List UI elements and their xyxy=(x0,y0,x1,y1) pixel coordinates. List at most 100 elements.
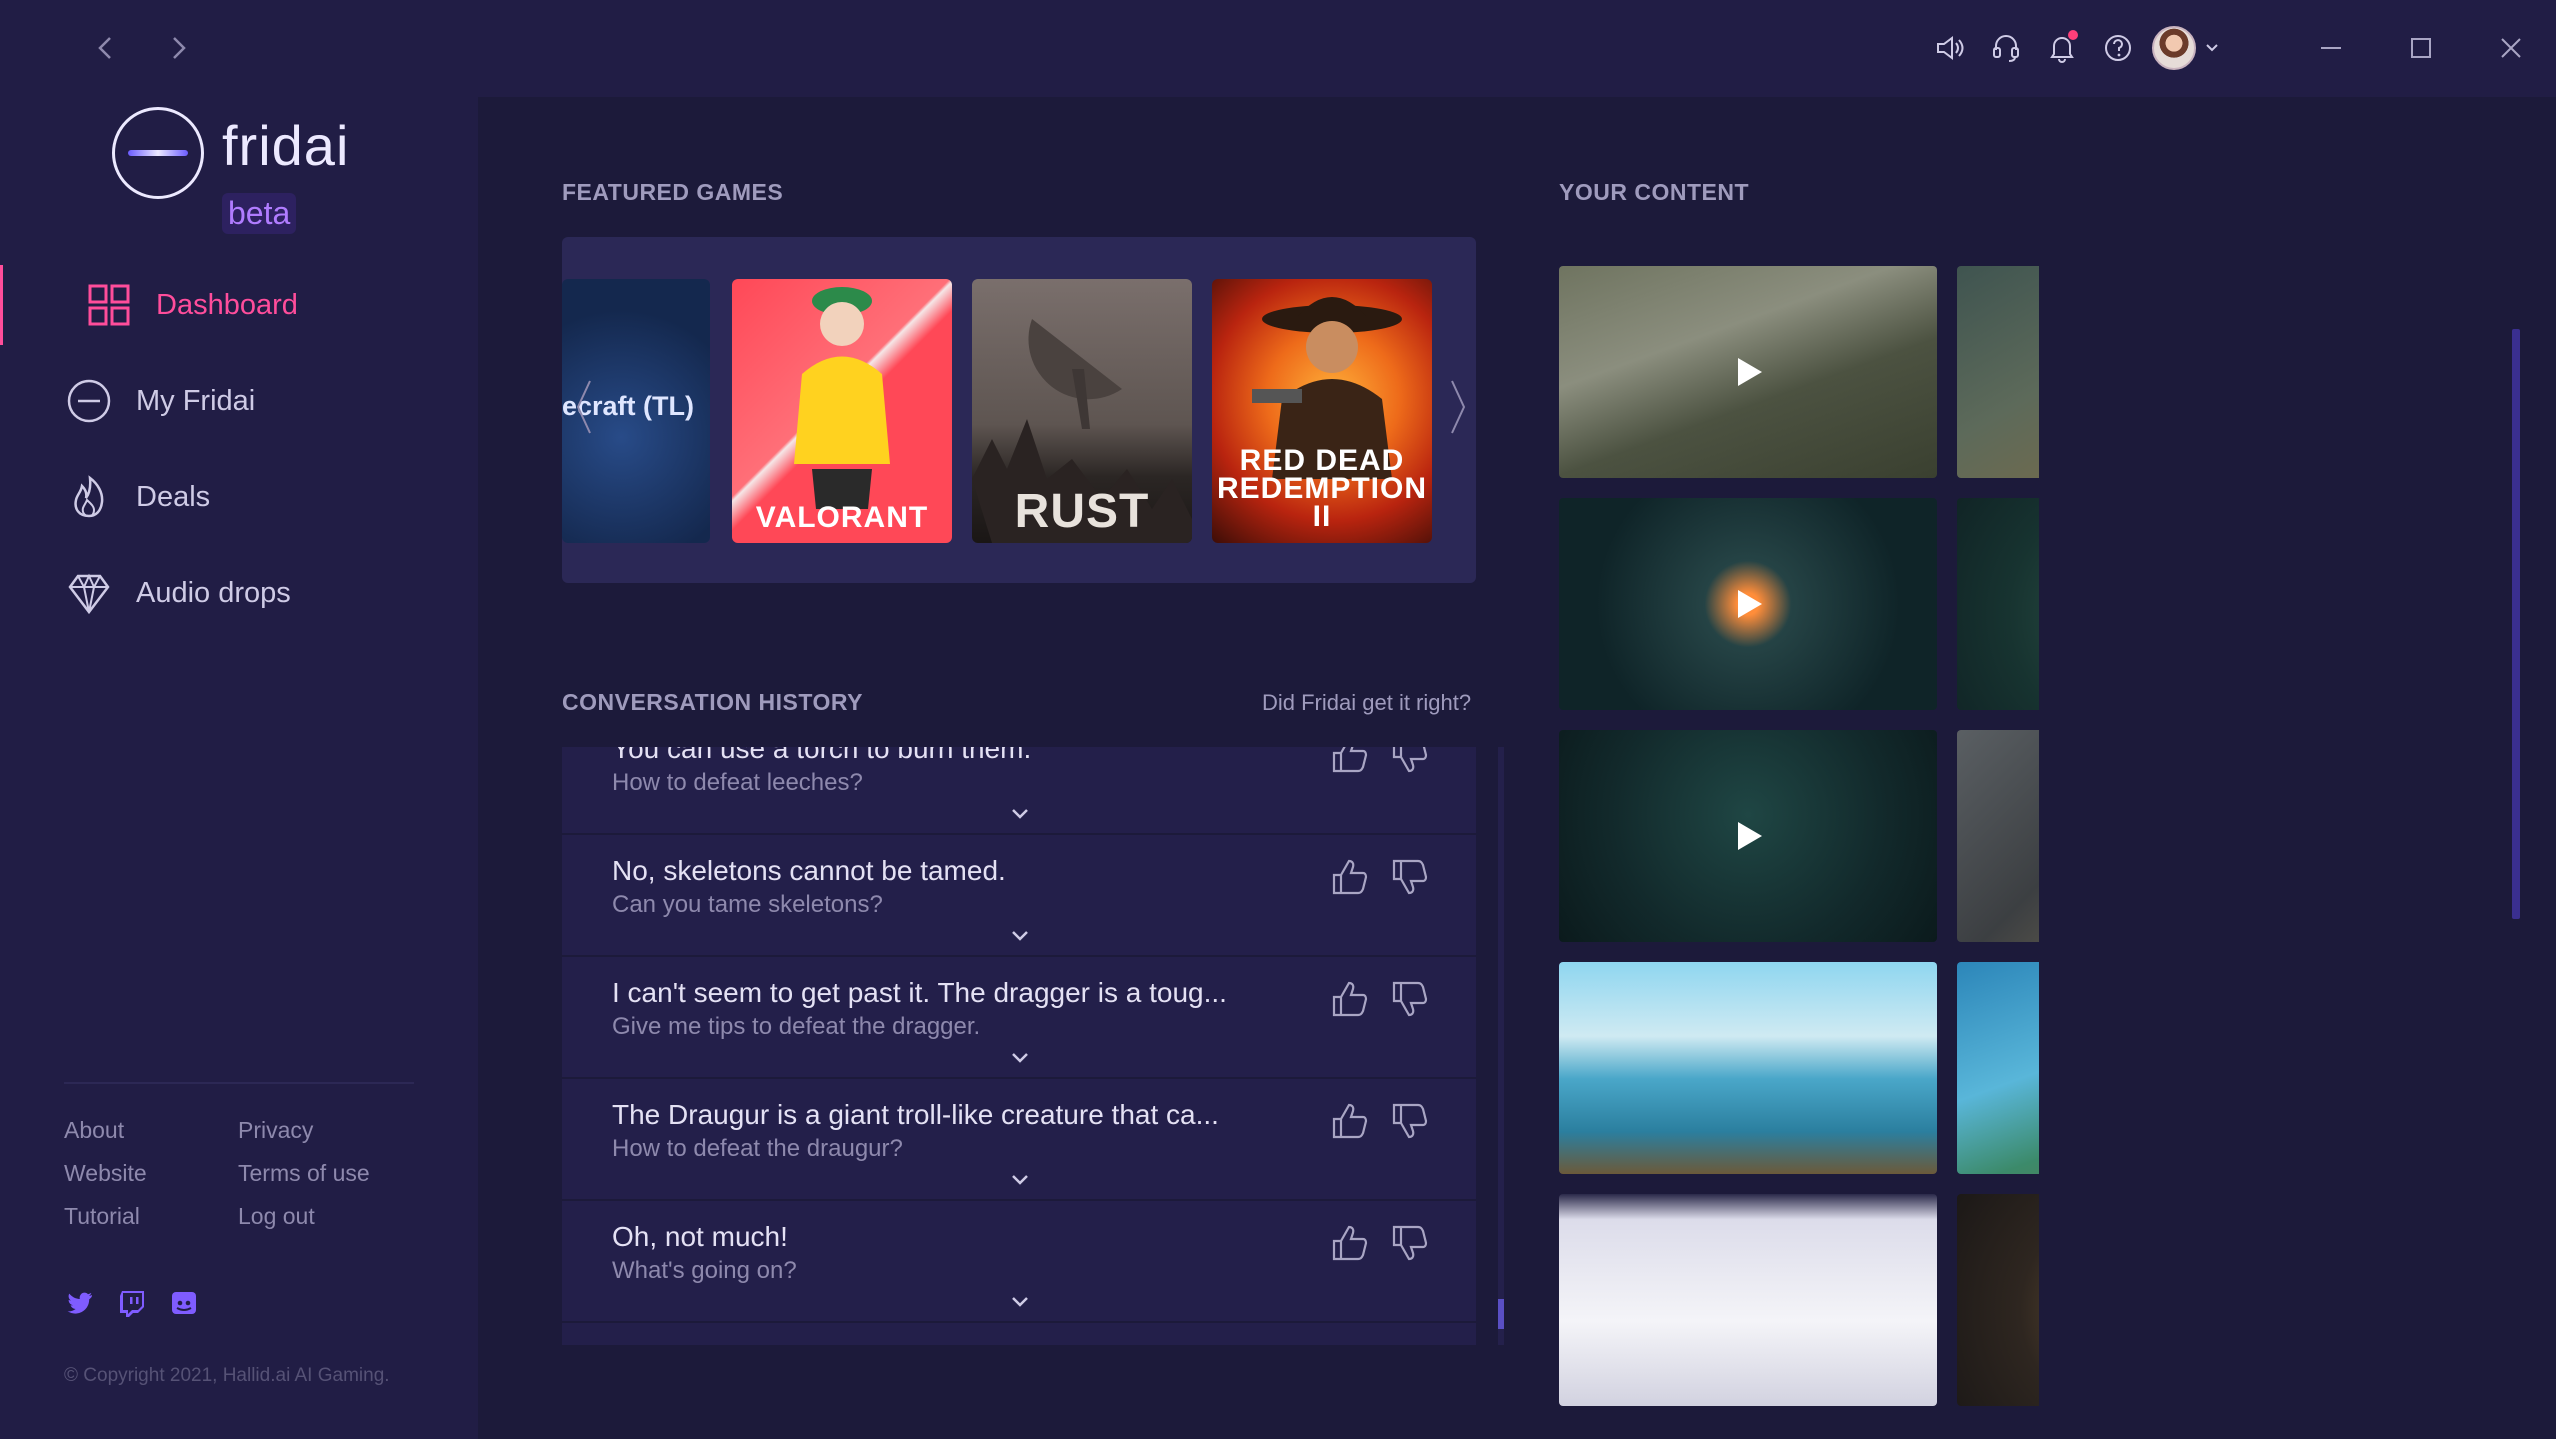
game-card-rust[interactable]: RUST xyxy=(972,279,1192,543)
expand-button[interactable] xyxy=(1008,927,1032,945)
carousel-prev-button[interactable] xyxy=(572,377,596,437)
play-icon xyxy=(1738,590,1762,618)
content-clip[interactable] xyxy=(1957,266,2039,478)
game-card-red-dead[interactable]: RED DEAD REDEMPTION II xyxy=(1212,279,1432,543)
content-clip[interactable] xyxy=(1957,730,2039,942)
content-clip[interactable] xyxy=(1559,730,1937,942)
twitter-link[interactable] xyxy=(64,1287,96,1319)
thumbs-down-icon xyxy=(1392,1103,1428,1139)
carousel-next-button[interactable] xyxy=(1446,377,1470,437)
twitter-icon xyxy=(67,1292,92,1314)
chevron-down-icon xyxy=(2206,44,2218,52)
conversation-question: How to defeat the draugur? xyxy=(612,1135,903,1162)
content-clip[interactable] xyxy=(1559,498,1937,710)
privacy-link[interactable]: Privacy xyxy=(238,1117,424,1146)
thumbs-up-button[interactable] xyxy=(1328,1221,1372,1265)
thumbs-up-icon xyxy=(1332,981,1368,1017)
close-icon xyxy=(2501,38,2521,58)
thumbs-up-icon xyxy=(1332,1225,1368,1261)
play-button[interactable] xyxy=(1730,586,1766,622)
expand-button[interactable] xyxy=(1008,1171,1032,1189)
content-clip[interactable] xyxy=(1957,962,2039,1174)
maximize-button[interactable] xyxy=(2376,20,2466,76)
speaker-icon xyxy=(1937,36,1964,60)
thumbs-down-button[interactable] xyxy=(1388,1099,1432,1143)
expand-button[interactable] xyxy=(1008,1293,1032,1311)
sidebar-item-dashboard[interactable]: Dashboard xyxy=(0,257,478,353)
chevron-down-icon xyxy=(1012,1175,1028,1185)
scrollbar-thumb[interactable] xyxy=(1498,1299,1504,1329)
close-button[interactable] xyxy=(2466,20,2556,76)
logo-mark xyxy=(128,150,188,156)
conversation-question: How to defeat leeches? xyxy=(612,769,863,796)
your-content-title: YOUR CONTENT xyxy=(1559,179,1749,205)
sidebar-item-audio-drops[interactable]: Audio drops xyxy=(0,545,478,641)
twitch-link[interactable] xyxy=(116,1287,148,1319)
thumbs-down-icon xyxy=(1392,981,1428,1017)
thumbs-down-button[interactable] xyxy=(1388,747,1432,777)
thumbs-up-button[interactable] xyxy=(1328,747,1372,777)
diamond-icon xyxy=(64,568,114,618)
scrollbar-thumb[interactable] xyxy=(2512,329,2520,919)
maximize-icon xyxy=(2411,38,2431,58)
conversation-scrollbar[interactable] xyxy=(1498,747,1504,1345)
conversation-item[interactable]: I can't seem to get past it. The dragger… xyxy=(562,957,1476,1079)
thumbs-down-button[interactable] xyxy=(1388,1221,1432,1265)
play-button[interactable] xyxy=(1730,354,1766,390)
minimize-button[interactable] xyxy=(2286,20,2376,76)
content-scrollbar[interactable] xyxy=(2512,234,2520,1434)
feedback-link[interactable]: Did Fridai get it right? xyxy=(1262,690,1471,716)
flame-icon xyxy=(64,472,114,522)
chevron-left-icon xyxy=(576,380,591,434)
fridai-logo-icon xyxy=(64,376,114,426)
conversation-item[interactable]: No, skeletons cannot be tamed. Can you t… xyxy=(562,835,1476,957)
volume-button[interactable] xyxy=(1922,20,1978,76)
play-button[interactable] xyxy=(1730,818,1766,854)
help-button[interactable] xyxy=(2090,20,2146,76)
twitch-icon xyxy=(120,1291,144,1317)
game-card-label: RED DEAD REDEMPTION II xyxy=(1216,444,1427,533)
thumbs-up-button[interactable] xyxy=(1328,855,1372,899)
conversation-history-title: CONVERSATION HISTORY xyxy=(562,689,863,715)
back-button[interactable] xyxy=(86,28,126,68)
expand-button[interactable] xyxy=(1008,805,1032,823)
notifications-button[interactable] xyxy=(2034,20,2090,76)
tutorial-link[interactable]: Tutorial xyxy=(64,1203,238,1232)
conversation-item[interactable]: You can use a torch to burn them. How to… xyxy=(562,747,1476,835)
about-link[interactable]: About xyxy=(64,1117,238,1146)
discord-link[interactable] xyxy=(168,1287,200,1319)
conversation-answer: Oh, not much! xyxy=(612,1221,788,1252)
thumbs-down-button[interactable] xyxy=(1388,855,1432,899)
conversation-question: Give me tips to defeat the dragger. xyxy=(612,1013,981,1040)
sidebar-item-my-fridai[interactable]: My Fridai xyxy=(0,353,478,449)
headset-button[interactable] xyxy=(1978,20,2034,76)
content-clip[interactable] xyxy=(1957,498,2039,710)
website-link[interactable]: Website xyxy=(64,1160,238,1189)
logout-link[interactable]: Log out xyxy=(238,1203,424,1232)
conversation-item[interactable]: Oh, not much! What's going on? xyxy=(562,1201,1476,1323)
conversation-item[interactable]: The Draugur is a giant troll-like creatu… xyxy=(562,1079,1476,1201)
content-clip[interactable] xyxy=(1559,266,1937,478)
thumbs-down-button[interactable] xyxy=(1388,977,1432,1021)
thumbs-up-button[interactable] xyxy=(1328,1099,1372,1143)
terms-link[interactable]: Terms of use xyxy=(238,1160,424,1189)
profile-menu[interactable] xyxy=(2146,20,2226,76)
sidebar-item-label: My Fridai xyxy=(136,384,256,417)
content-clip[interactable] xyxy=(1559,962,1937,1174)
conversation-answer: You can use a torch to burn them. xyxy=(612,747,1032,764)
avatar xyxy=(2152,26,2196,70)
divider xyxy=(64,1082,414,1084)
logo[interactable]: fridai beta xyxy=(112,107,412,247)
forward-button[interactable] xyxy=(158,28,198,68)
thumbs-up-button[interactable] xyxy=(1328,977,1372,1021)
sidebar-item-deals[interactable]: Deals xyxy=(0,449,478,545)
game-card-valorant[interactable]: VALORANT xyxy=(732,279,952,543)
content-clip[interactable] xyxy=(1559,1194,1937,1406)
sidebar-menu: Dashboard My Fridai Deals Audio drops xyxy=(0,257,478,641)
thumbs-up-icon xyxy=(1332,859,1368,895)
sidebar: fridai beta Dashboard My Fridai Deals Au… xyxy=(0,97,478,1439)
expand-button[interactable] xyxy=(1008,1049,1032,1067)
content-clip[interactable] xyxy=(1957,1194,2039,1406)
conversation-question: What's going on? xyxy=(612,1257,797,1284)
notification-dot xyxy=(2068,30,2078,40)
